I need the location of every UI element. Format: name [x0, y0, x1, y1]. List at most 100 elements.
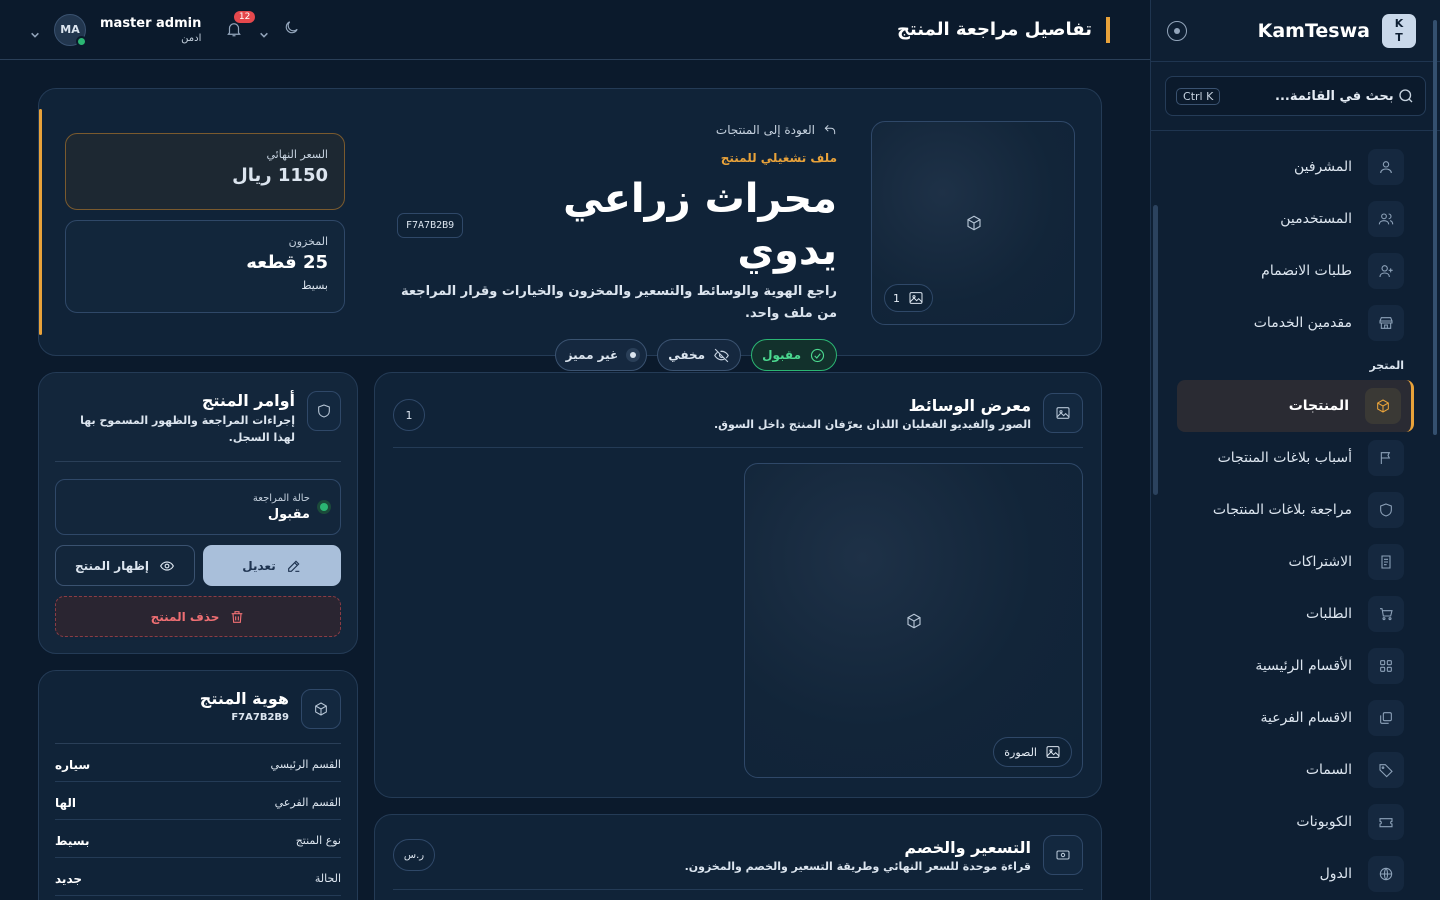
user-plus-icon — [1368, 253, 1404, 289]
action-buttons: تعديل إظهار المنتج — [55, 545, 341, 586]
pricing-subtitle: قراءة موحدة للسعر النهائي وطريقة التسعير… — [684, 859, 1031, 873]
avatar-initials: MA — [60, 23, 80, 36]
user-icon — [1368, 149, 1404, 185]
sidebar-item-countries[interactable]: الدول — [1187, 848, 1404, 900]
sidebar-item-label: المشرفين — [1293, 159, 1352, 175]
identity-key: القسم الفرعي — [274, 796, 341, 809]
identity-key: الحالة — [314, 872, 341, 885]
moon-icon[interactable] — [283, 19, 300, 40]
sidebar-search-input[interactable] — [1223, 88, 1394, 104]
product-thumbnail[interactable]: 1 — [871, 121, 1075, 325]
sidebar-search[interactable]: Ctrl K — [1165, 76, 1426, 116]
sidebar-item-products[interactable]: المنتجات — [1177, 380, 1414, 432]
sidebar-scrollbar[interactable] — [1153, 205, 1158, 495]
currency-pill: ر.س — [393, 839, 435, 871]
status-chips: مقبول مخفي غير مميز — [397, 339, 837, 371]
page-scrollbar[interactable] — [1433, 20, 1437, 435]
product-identity-card: هوية المنتج F7A7B2B9 القسم الرئيسي سياره… — [38, 670, 358, 900]
hero-description: راجع الهوية والوسائط والتسعير والمخزون و… — [401, 284, 837, 321]
show-button-label: إظهار المنتج — [74, 558, 150, 573]
identity-row: نوع المنتج بسيط — [55, 820, 341, 858]
sidebar-item-coupons[interactable]: الكوبونات — [1187, 796, 1404, 848]
check-circle-icon — [810, 348, 825, 362]
sidebar-item-attributes[interactable]: السمات — [1187, 744, 1404, 796]
globe-icon — [1368, 856, 1404, 892]
image-count: 1 — [893, 291, 900, 305]
actions-divider — [55, 461, 341, 462]
image-count-badge: 1 — [884, 284, 933, 312]
back-arrow-icon — [824, 124, 836, 135]
identity-code: F7A7B2B9 — [231, 712, 289, 723]
cash-icon — [1043, 835, 1083, 875]
layers-icon — [1368, 700, 1404, 736]
pricing-header: التسعير والخصم قراءة موحدة للسعر النهائي… — [393, 835, 1083, 875]
sidebar-item-users[interactable]: المستخدمين — [1187, 193, 1404, 245]
user-info[interactable]: master admin ادمن — [100, 16, 201, 44]
media-item[interactable]: الصورة — [744, 463, 1083, 778]
sidebar-item-orders[interactable]: الطلبات — [1187, 588, 1404, 640]
trash-icon — [232, 610, 243, 623]
notification-count-badge: 12 — [233, 10, 256, 23]
sidebar-item-label: الكوبونات — [1296, 814, 1352, 830]
users-icon — [1368, 201, 1404, 237]
sidebar-item-label: مقدمين الخدمات — [1253, 315, 1352, 331]
actions-title: أوامر المنتج — [201, 391, 296, 410]
show-product-button[interactable]: إظهار المنتج — [55, 545, 195, 586]
search-icon — [1399, 89, 1413, 103]
sidebar-item-supervisors[interactable]: المشرفين — [1187, 141, 1404, 193]
sidebar-item-label: المنتجات — [1288, 398, 1349, 414]
identity-value: الها — [55, 795, 77, 810]
sidebar-item-service-providers[interactable]: مقدمين الخدمات — [1187, 297, 1404, 349]
sidebar-item-join-requests[interactable]: طلبات الانضمام — [1187, 245, 1404, 297]
product-code-chip: F7A7B2B9 — [397, 212, 464, 238]
chip-label: مخفي — [668, 348, 706, 362]
media-count: 1 — [393, 399, 425, 431]
sidebar-item-sub-categories[interactable]: الاقسام الفرعية — [1187, 692, 1404, 744]
gallery-header: معرض الوسائط الصور والفيديو الفعليان الل… — [393, 393, 1083, 433]
pricing-title: التسعير والخصم — [904, 837, 1031, 857]
review-status-label: حالة المراجعة — [252, 492, 310, 504]
image-icon — [909, 292, 923, 304]
gallery-heading: معرض الوسائط الصور والفيديو الفعليان الل… — [714, 396, 1031, 431]
brand-logo: K T — [1382, 13, 1416, 48]
visibility-chip-hidden: مخفي — [657, 339, 742, 371]
gallery-divider — [393, 447, 1083, 448]
pricing-card: التسعير والخصم قراءة موحدة للسعر النهائي… — [374, 814, 1102, 900]
sidebar-item-report-review[interactable]: مراجعة بلاغات المنتجات — [1187, 484, 1404, 536]
theme-menu-chevron-icon[interactable] — [259, 25, 269, 38]
shield-icon — [307, 391, 341, 431]
identity-row: الحالة جديد — [55, 858, 341, 896]
sidebar-item-main-categories[interactable]: الأقسام الرئيسية — [1187, 640, 1404, 692]
identity-row: القسم الفرعي الها — [55, 782, 341, 820]
identity-value: جديد — [55, 871, 83, 886]
sidebar-item-subscriptions[interactable]: الاشتراكات — [1187, 536, 1404, 588]
online-status-dot — [76, 35, 87, 47]
search-shortcut: Ctrl K — [1176, 87, 1221, 105]
review-status-value: مقبول — [267, 506, 310, 522]
stock-label: المخزون — [288, 235, 328, 248]
chip-label: غير مميز — [565, 348, 619, 362]
hero-eyebrow: ملف تشغيلي للمنتج — [720, 151, 837, 165]
edit-button[interactable]: تعديل — [203, 545, 341, 586]
sidebar-item-label: الاشتراكات — [1288, 554, 1352, 570]
brand-name: KamTeswa — [1257, 19, 1370, 42]
back-to-products-link[interactable]: العودة إلى المنتجات — [397, 123, 837, 137]
media-gallery-card: معرض الوسائط الصور والفيديو الفعليان الل… — [374, 372, 1102, 798]
status-dot-icon — [320, 503, 328, 511]
delete-product-button[interactable]: حذف المنتج — [55, 596, 341, 637]
hero-accent-bar — [39, 109, 42, 335]
notifications-button[interactable]: 12 — [225, 10, 256, 40]
final-price-label: السعر النهائي — [266, 148, 328, 161]
delete-button-label: حذف المنتج — [150, 609, 220, 624]
app-root: K T KamTeswa Ctrl K المشرفين المستخدمين — [0, 0, 1440, 900]
gallery-subtitle: الصور والفيديو الفعليان اللذان يعرّفان ا… — [714, 417, 1031, 431]
sidebar-nav: المشرفين المستخدمين طلبات الانضمام مقدمي… — [1151, 131, 1440, 900]
avatar[interactable]: MA — [54, 13, 87, 47]
sidebar-item-label: المستخدمين — [1280, 211, 1352, 227]
sidebar-item-label: الاقسام الفرعية — [1260, 710, 1353, 726]
sidebar-item-report-reasons[interactable]: أسباب بلاغات المنتجات — [1187, 432, 1404, 484]
featured-chip: غير مميز — [554, 339, 648, 371]
status-chip-approved: مقبول — [751, 339, 837, 371]
sidebar-toggle-icon[interactable] — [1167, 20, 1187, 41]
user-menu-chevron-icon[interactable] — [30, 25, 40, 38]
